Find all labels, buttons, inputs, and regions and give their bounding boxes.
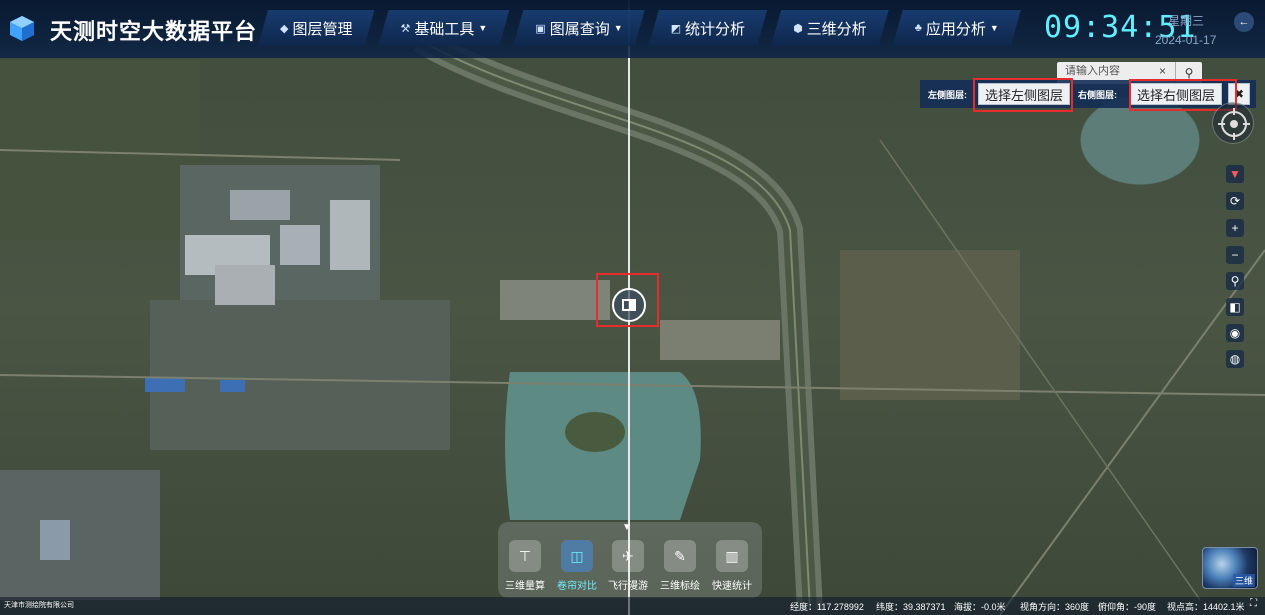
ruler-icon: ⊤	[509, 540, 541, 572]
plane-icon: ✈	[612, 540, 644, 572]
pitch-readout: 俯仰角：-90度	[1098, 602, 1157, 612]
compass-control[interactable]	[1212, 102, 1254, 144]
search-input[interactable]	[1065, 65, 1165, 77]
back-button[interactable]: ←	[1234, 12, 1254, 32]
nav-label: 基础工具	[414, 20, 475, 38]
dock-item-3d-plot[interactable]: ✎ 三维标绘	[655, 540, 705, 592]
highlight-swipe-handle	[596, 273, 659, 327]
zoom-in-button[interactable]: +	[1226, 219, 1244, 237]
right-layer-label: 右侧图层:	[1078, 90, 1117, 100]
clear-icon[interactable]: ×	[1159, 64, 1166, 78]
split-icon: ◧	[1229, 300, 1241, 314]
apps-icon: ♣	[914, 22, 922, 34]
nav-label: 图层管理	[292, 20, 353, 38]
globe-mode-label: 三维	[1232, 574, 1255, 587]
nav-app-analysis[interactable]: ♣ 应用分析 ▼	[893, 10, 1021, 46]
bar-chart-icon: ▥	[716, 540, 748, 572]
cube-logo-icon	[10, 16, 34, 41]
search-icon: ⚲	[1184, 66, 1194, 80]
pin-icon: ⚲	[1230, 274, 1240, 288]
dock-item-swipe-compare[interactable]: ◫ 卷帘对比	[552, 540, 602, 592]
nav-label: 三维分析	[806, 20, 867, 38]
altitude-readout: 海拔：-0.0米	[954, 602, 1006, 612]
fullscreen-icon[interactable]: ⛶	[1250, 598, 1257, 609]
nav-layer-management[interactable]: ◆ 图层管理	[258, 10, 374, 46]
north-arrow-icon: ▼	[1229, 167, 1241, 181]
query-icon: ▣	[535, 22, 546, 35]
eye-icon: ◉	[1229, 326, 1241, 340]
tools-icon: ⚒	[400, 22, 411, 35]
dock-item-fly-tour[interactable]: ✈ 飞行漫游	[603, 540, 653, 592]
arrow-left-icon: ←	[1238, 16, 1250, 28]
locate-button[interactable]: ⚲	[1226, 272, 1244, 290]
dock-label: 三维标绘	[660, 581, 700, 592]
cube-icon: ⬢	[793, 22, 803, 35]
nav-statistics[interactable]: ◩ 统计分析	[649, 10, 767, 46]
chart-icon: ◩	[670, 22, 682, 35]
highlight-left-button	[973, 78, 1073, 112]
refresh-icon: ⟳	[1229, 194, 1241, 208]
plus-icon: +	[1231, 221, 1239, 235]
longitude-readout: 经度：117.278992	[790, 602, 864, 612]
draw-icon: ✎	[664, 540, 696, 572]
dock-label: 三维量算	[505, 581, 545, 592]
nav-basic-tools[interactable]: ⚒ 基础工具 ▼	[378, 10, 509, 46]
dock-label: 飞行漫游	[608, 581, 648, 592]
split-screen-icon: ◫	[561, 540, 593, 572]
height-readout: 视点高：14402.1米	[1167, 602, 1245, 612]
zoom-out-button[interactable]: −	[1226, 246, 1244, 264]
nav-label: 图属查询	[549, 20, 610, 38]
nav-attribute-query[interactable]: ▣ 图属查询 ▼	[513, 10, 644, 46]
nav-label: 应用分析	[925, 20, 986, 38]
caret-down-icon: ▼	[989, 23, 999, 33]
heading-readout: 视角方向：360度	[1020, 602, 1090, 612]
nav-3d-analysis[interactable]: ⬢ 三维分析	[771, 10, 889, 46]
caret-down-icon: ▼	[613, 23, 623, 33]
globe-icon: ◍	[1229, 352, 1241, 366]
dock-item-3d-measure[interactable]: ⊤ 三维量算	[500, 540, 550, 592]
dock-label: 快速统计	[712, 581, 752, 592]
date: 2024-01-17	[1155, 33, 1217, 47]
visibility-button[interactable]: ◉	[1226, 324, 1244, 342]
compass-icon	[1218, 108, 1250, 140]
globe-mode-switch[interactable]: 三维	[1202, 547, 1258, 589]
globe-button[interactable]: ◍	[1226, 350, 1244, 368]
top-header: 天测时空大数据平台 ◆ 图层管理 ⚒ 基础工具 ▼ ▣ 图属查询 ▼ ◩ 统计分…	[0, 0, 1265, 58]
caret-down-icon: ▼	[478, 23, 488, 33]
app-title: 天测时空大数据平台	[50, 19, 258, 44]
main-nav: ◆ 图层管理 ⚒ 基础工具 ▼ ▣ 图属查询 ▼ ◩ 统计分析 ⬢ 三维分析 ♣…	[258, 10, 1025, 46]
north-arrow-button[interactable]: ▼	[1226, 165, 1244, 183]
latitude-readout: 纬度：39.387371	[876, 602, 946, 612]
minus-icon: −	[1231, 248, 1239, 262]
collapse-dock-icon[interactable]: ▼	[622, 522, 632, 533]
dock-item-quick-stats[interactable]: ▥ 快速统计	[707, 540, 757, 592]
left-layer-label: 左侧图层:	[928, 90, 967, 100]
nav-label: 统计分析	[685, 20, 746, 38]
company-logo-text: 天津市测绘院有限公司	[4, 602, 74, 609]
status-bar: 天津市测绘院有限公司 经度：117.278992 纬度：39.387371 海拔…	[0, 597, 1265, 615]
dock-label: 卷帘对比	[557, 581, 597, 592]
layers-icon: ◆	[280, 22, 289, 35]
split-view-button[interactable]: ◧	[1226, 298, 1244, 316]
weekday: 星期三	[1168, 14, 1205, 28]
reset-view-button[interactable]: ⟳	[1226, 192, 1244, 210]
